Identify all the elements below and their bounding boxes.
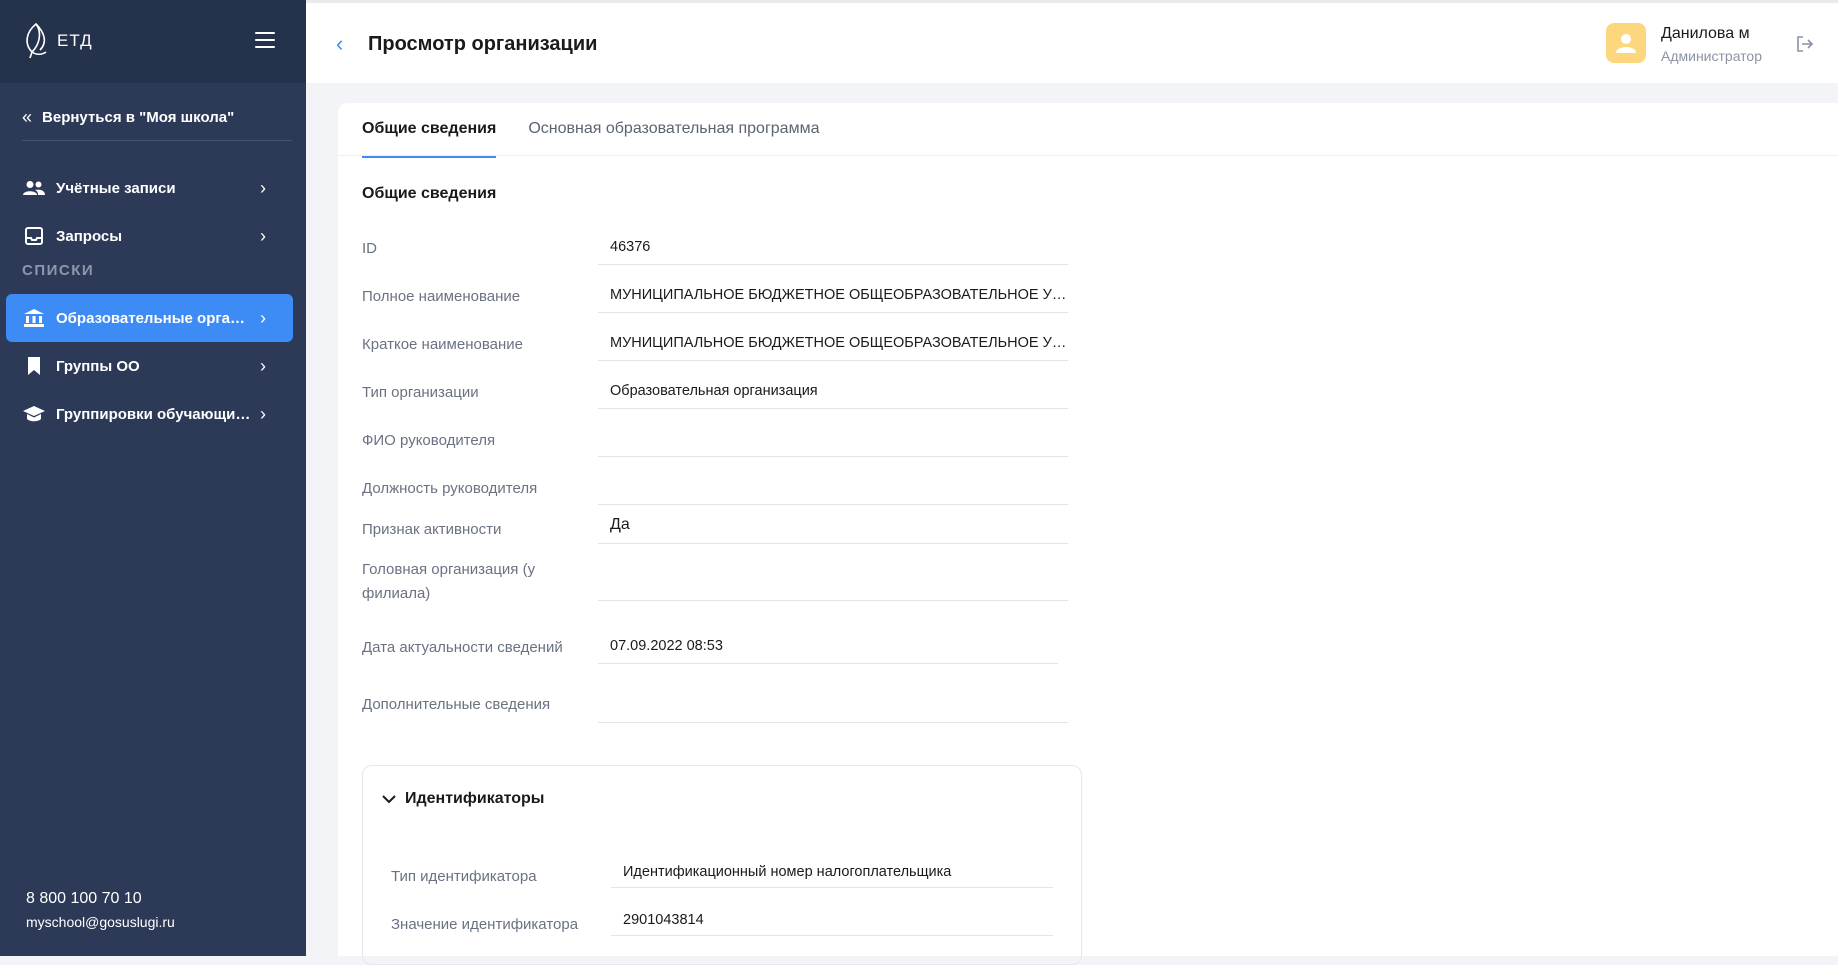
field-label-head-name: ФИО руководителя (362, 432, 496, 449)
chevron-right-icon: › (260, 225, 266, 246)
field-value-active-flag: Да (598, 508, 1068, 544)
tab-general-info[interactable]: Общие сведения (362, 103, 497, 158)
field-value-head-name (598, 423, 1068, 457)
sidebar-item-label: Группы ОО (56, 357, 140, 375)
sidebar-item-educational-organizations[interactable]: Образовательные организа... › (6, 294, 293, 342)
hamburger-menu-icon[interactable] (255, 32, 275, 48)
logo-text: ЕТД (57, 31, 93, 50)
sidebar-item-label: Запросы (56, 227, 123, 245)
field-value-parent-org (598, 558, 1068, 601)
field-value-full-name: МУНИЦИПАЛЬНОЕ БЮДЖЕТНОЕ ОБЩЕОБРАЗОВАТЕЛЬ… (598, 279, 1068, 313)
sidebar-item-label: Образовательные организа... (56, 309, 253, 327)
sidebar-item-student-groupings[interactable]: Группировки обучающихся › (6, 390, 293, 438)
field-label-actuality-date: Дата актуальности сведений (362, 639, 563, 656)
field-label-additional-info: Дополнительные сведения (362, 696, 551, 713)
sidebar-item-requests[interactable]: Запросы › (6, 212, 293, 260)
field-value-short-name: МУНИЦИПАЛЬНОЕ БЮДЖЕТНОЕ ОБЩЕОБРАЗОВАТЕЛЬ… (598, 327, 1068, 361)
field-label-short-name: Краткое наименование (362, 336, 523, 353)
sidebar-item-label: Группировки обучающихся (56, 405, 253, 423)
page-title: Просмотр организации (368, 33, 598, 55)
identifiers-title: Идентификаторы (405, 790, 545, 807)
field-value-org-type: Образовательная организация (598, 375, 1068, 409)
chevron-right-icon: › (260, 355, 266, 376)
field-label-id: ID (362, 240, 377, 257)
back-to-my-school-link[interactable]: « Вернуться в "Моя школа" (22, 104, 292, 130)
sidebar-item-label: Учётные записи (56, 179, 176, 197)
logout-icon[interactable] (1796, 35, 1814, 53)
sidebar-item-oo-groups[interactable]: Группы ОО › (6, 342, 293, 390)
double-chevron-left-icon: « (22, 106, 33, 127)
avatar[interactable] (1606, 23, 1646, 63)
identifier-value-value: 2901043814 (611, 906, 1053, 936)
tabs-divider (338, 155, 1838, 156)
support-email[interactable]: myschool@gosuslugi.ru (26, 914, 175, 930)
sidebar-divider (22, 140, 292, 141)
sidebar-section-lists: СПИСКИ (22, 262, 95, 279)
field-label-parent-org: Головная организация (у филиала) (362, 561, 536, 602)
field-label-active-flag: Признак активности (362, 521, 502, 538)
chevron-right-icon: › (260, 177, 266, 198)
users-icon (22, 178, 46, 198)
field-value-head-position (598, 471, 1068, 505)
organization-card: Общие сведения Основная образовательная … (338, 103, 1838, 965)
field-label-head-position: Должность руководителя (362, 480, 538, 497)
back-arrow-icon[interactable]: ‹ (336, 31, 343, 57)
sidebar: ЕТД « Вернуться в "Моя школа" Учётные за… (0, 0, 306, 956)
graduation-cap-icon (22, 404, 46, 424)
identifiers-section: Идентификаторы Тип идентификатора Иденти… (362, 765, 1082, 965)
identifier-type-label: Тип идентификатора (391, 868, 537, 885)
identifier-value-label: Значение идентификатора (391, 916, 579, 933)
field-value-actuality-date: 07.09.2022 08:53 (598, 630, 1058, 664)
user-name: Данилова м (1661, 25, 1750, 42)
field-value-id: 46376 (598, 231, 1068, 265)
chevron-right-icon: › (260, 307, 266, 328)
tab-educational-program[interactable]: Основная образовательная программа (528, 103, 819, 155)
field-label-org-type: Тип организации (362, 384, 479, 401)
support-phone[interactable]: 8 800 100 70 10 (26, 890, 142, 908)
identifiers-toggle[interactable]: Идентификаторы (381, 790, 544, 808)
chevron-down-icon (382, 795, 396, 804)
leaf-logo-icon (26, 22, 47, 59)
institution-icon (22, 308, 46, 328)
inbox-icon (22, 226, 46, 246)
sidebar-item-accounts[interactable]: Учётные записи › (6, 164, 293, 212)
field-label-full-name: Полное наименование (362, 288, 521, 305)
back-link-label: Вернуться в "Моя школа" (42, 108, 235, 126)
top-header: ‹ Просмотр организации Данилова м Админи… (306, 0, 1838, 83)
field-value-additional-info (598, 685, 1068, 723)
sidebar-header: ЕТД (0, 0, 306, 83)
chevron-right-icon: › (260, 403, 266, 424)
identifier-type-value: Идентификационный номер налогоплательщик… (611, 858, 1053, 888)
bookmark-icon (22, 356, 46, 376)
section-title-general: Общие сведения (362, 185, 497, 202)
user-role: Администратор (1661, 48, 1763, 64)
user-icon (1616, 34, 1636, 53)
tabs: Общие сведения Основная образовательная … (362, 103, 851, 158)
